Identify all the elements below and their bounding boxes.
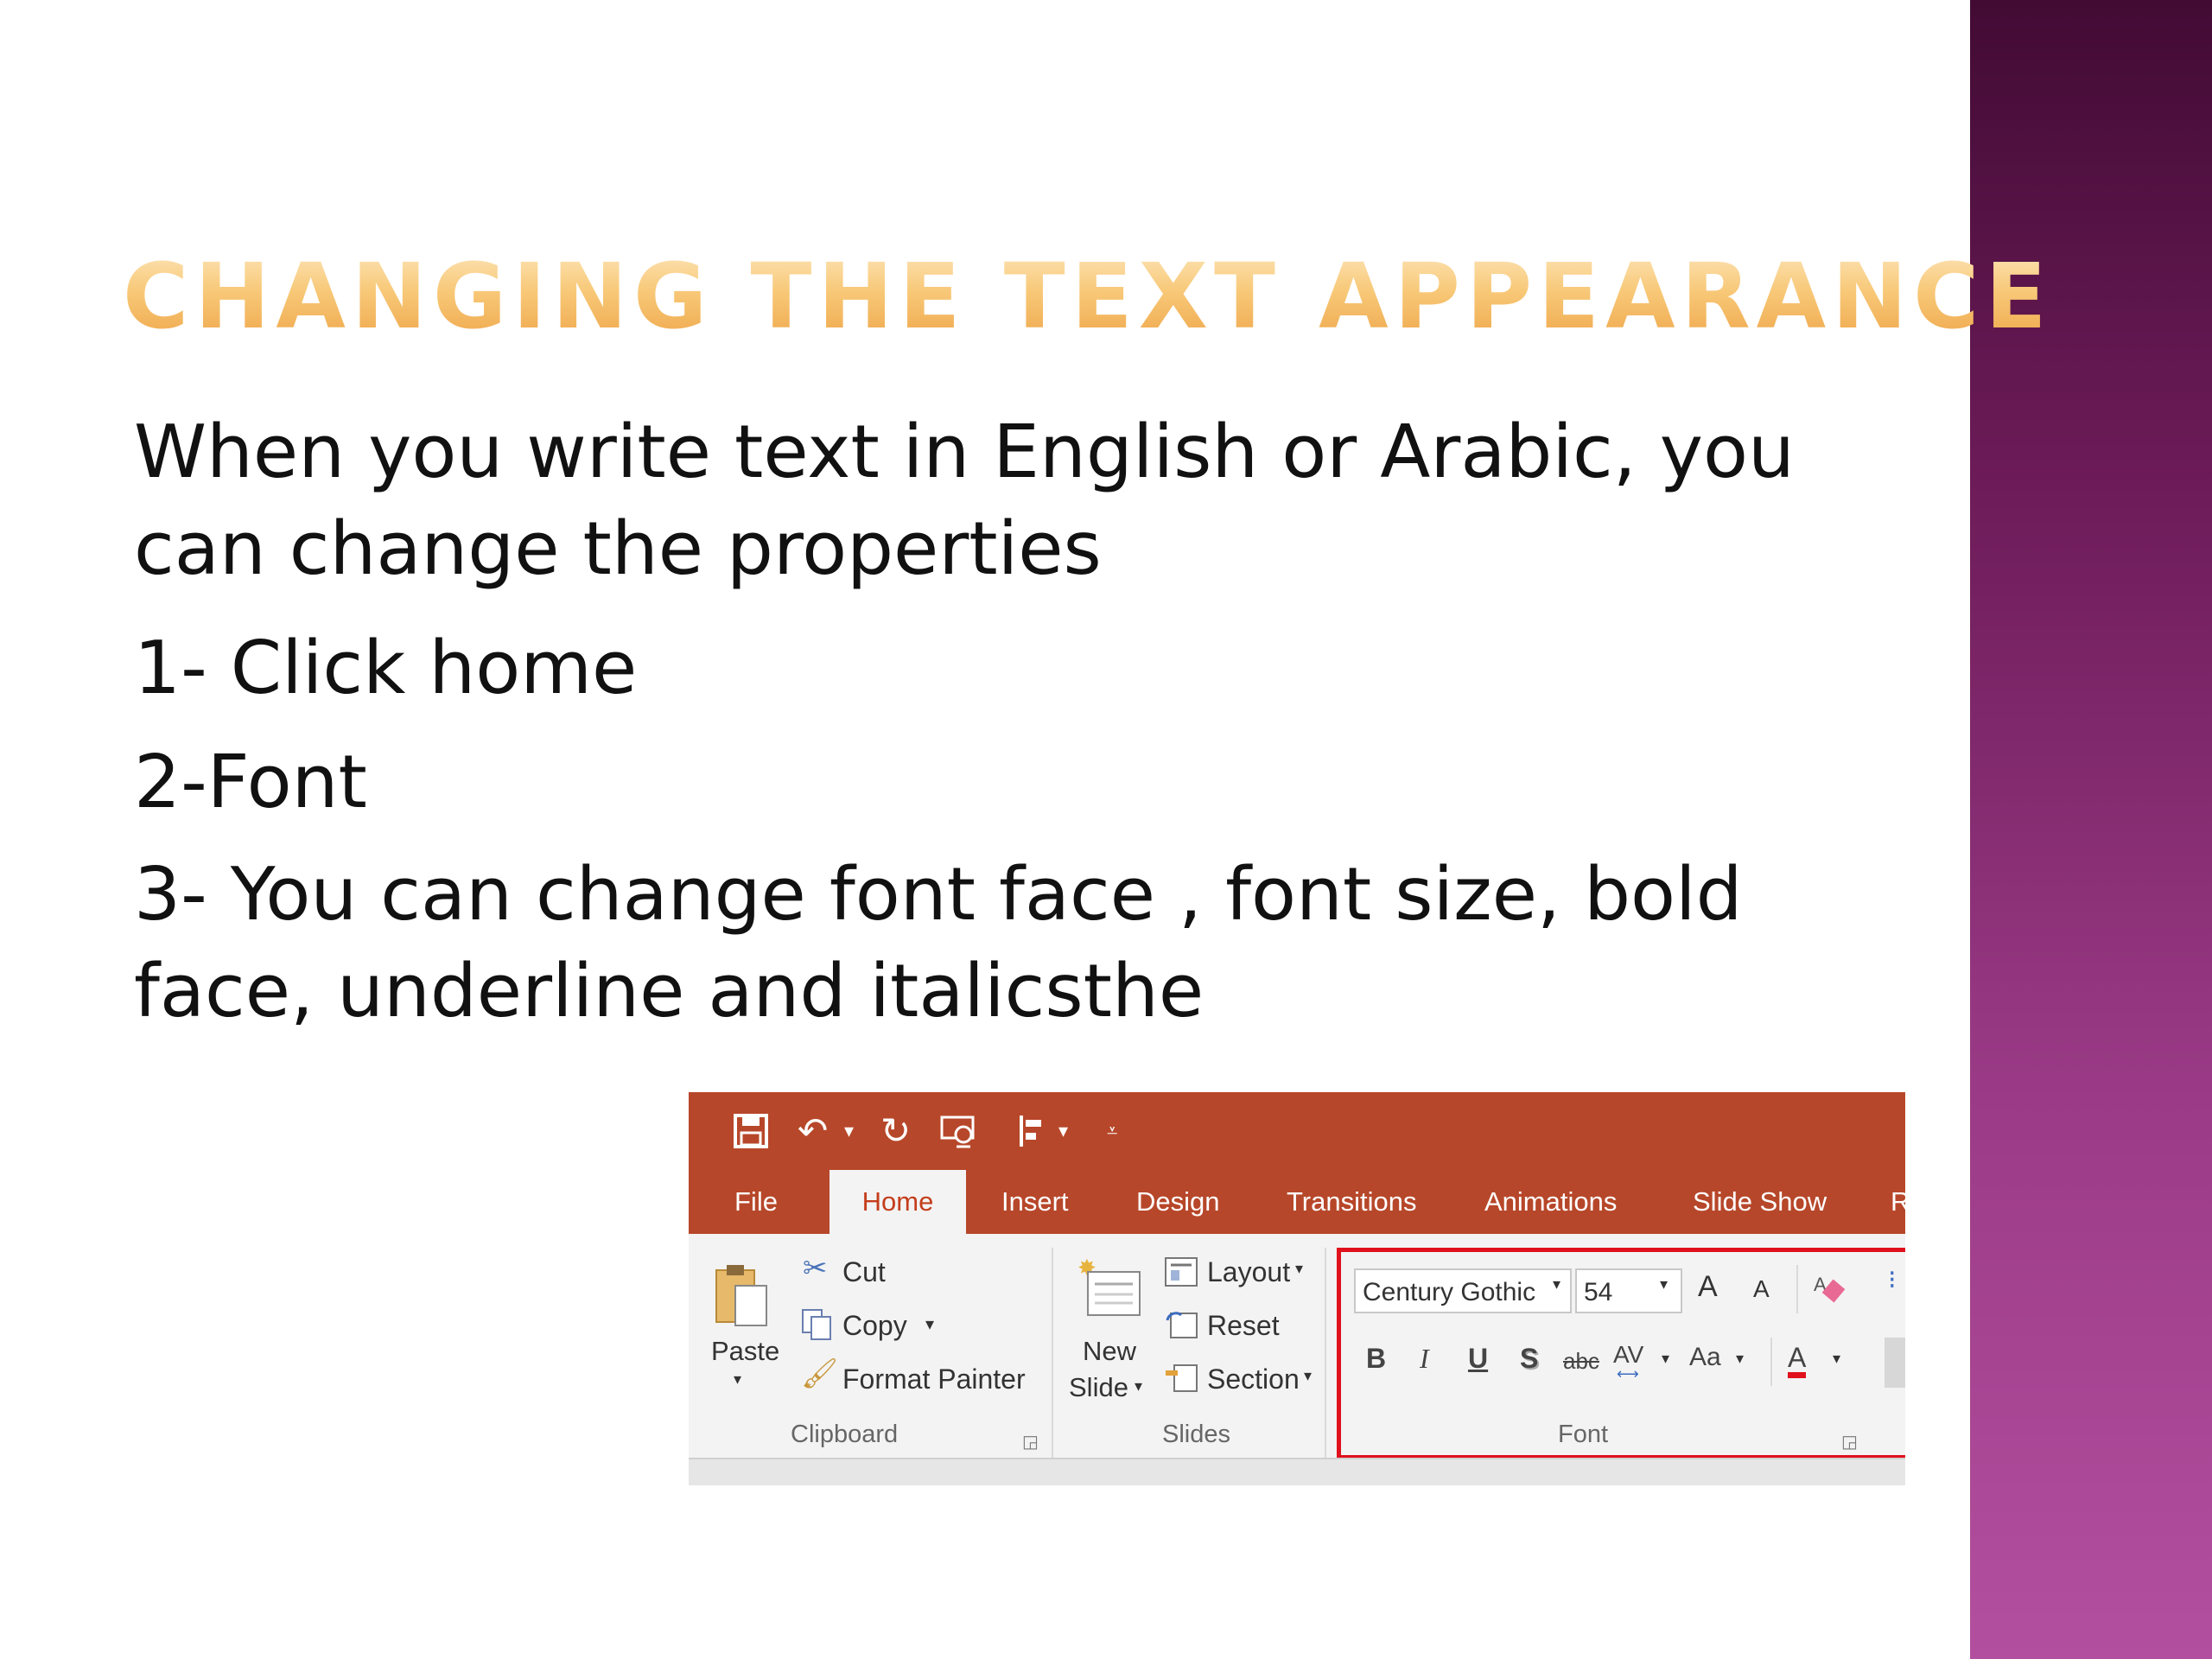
tab-animations[interactable]: Animations bbox=[1484, 1170, 1617, 1234]
strikethrough-button[interactable]: abc bbox=[1563, 1348, 1599, 1375]
bold-button[interactable]: B bbox=[1366, 1343, 1386, 1375]
section-icon bbox=[1166, 1364, 1198, 1392]
new-slide-dropdown-chevron-icon[interactable]: ▾ bbox=[1135, 1377, 1142, 1395]
undo-dropdown-chevron-icon[interactable]: ▾ bbox=[844, 1108, 854, 1154]
change-case-dropdown-chevron-icon[interactable]: ▾ bbox=[1736, 1350, 1744, 1368]
tab-slide-show[interactable]: Slide Show bbox=[1693, 1170, 1827, 1234]
font-face-value: Century Gothic bbox=[1363, 1278, 1536, 1306]
clear-formatting-icon[interactable]: A bbox=[1812, 1270, 1850, 1305]
paragraph-intro: When you write text in English or Arabic… bbox=[134, 410, 1795, 592]
section-dropdown-chevron-icon[interactable]: ▾ bbox=[1304, 1367, 1312, 1385]
cut-button[interactable]: Cut bbox=[842, 1256, 886, 1288]
font-color-button[interactable]: A bbox=[1788, 1343, 1807, 1378]
new-slide-label-line1[interactable]: New bbox=[1083, 1336, 1136, 1367]
bullets-icon-cut-off[interactable]: ⁝ bbox=[1888, 1265, 1897, 1295]
ribbon-bottom-edge bbox=[689, 1458, 1905, 1485]
tab-review-cut-off[interactable]: R bbox=[1891, 1170, 1905, 1234]
start-slideshow-icon[interactable] bbox=[939, 1108, 979, 1154]
font-color-dropdown-chevron-icon[interactable]: ▾ bbox=[1833, 1350, 1840, 1368]
customize-toolbar-icon[interactable]: ⩡ bbox=[1107, 1108, 1117, 1154]
new-slide-label-line2[interactable]: Slide bbox=[1069, 1372, 1128, 1403]
copy-icon bbox=[802, 1309, 831, 1340]
layout-icon bbox=[1165, 1257, 1198, 1287]
copy-button[interactable]: Copy bbox=[842, 1310, 907, 1342]
font-size-value: 54 bbox=[1584, 1278, 1613, 1306]
reset-button[interactable]: Reset bbox=[1207, 1310, 1280, 1342]
tab-file[interactable]: File bbox=[734, 1170, 778, 1234]
spacing-dropdown-chevron-icon[interactable]: ▾ bbox=[1662, 1350, 1669, 1368]
redo-icon[interactable]: ↻ bbox=[880, 1108, 911, 1154]
font-face-select[interactable]: Century Gothic bbox=[1354, 1268, 1572, 1313]
paragraph-step-1: 1- Click home bbox=[134, 626, 638, 711]
italic-button[interactable]: I bbox=[1420, 1343, 1429, 1375]
underline-button[interactable]: U bbox=[1468, 1343, 1488, 1375]
save-icon[interactable] bbox=[732, 1108, 770, 1154]
slides-group-label: Slides bbox=[1162, 1421, 1230, 1448]
font-dialog-launcher-icon[interactable]: ◲ bbox=[1841, 1431, 1858, 1452]
ribbon-tabs: File Home Insert Design Transitions Anim… bbox=[689, 1170, 1905, 1234]
paragraph-step-3: 3- You can change font face , font size,… bbox=[134, 852, 1743, 1034]
layout-button[interactable]: Layout bbox=[1207, 1256, 1290, 1288]
font-group-label: Font bbox=[1558, 1421, 1609, 1448]
reset-icon bbox=[1166, 1312, 1198, 1338]
new-slide-icon[interactable]: ✸ bbox=[1076, 1256, 1145, 1325]
tab-home[interactable]: Home bbox=[830, 1170, 966, 1234]
tab-design[interactable]: Design bbox=[1136, 1170, 1220, 1234]
quick-access-toolbar: ↶ ▾ ↻ ▾ ⩡ bbox=[689, 1092, 1905, 1170]
group-separator bbox=[1052, 1248, 1053, 1464]
tab-transitions[interactable]: Transitions bbox=[1287, 1170, 1416, 1234]
grow-font-icon[interactable]: A bbox=[1698, 1270, 1718, 1304]
undo-icon[interactable]: ↶ bbox=[798, 1108, 828, 1154]
paste-button-label[interactable]: Paste bbox=[711, 1336, 779, 1367]
font-face-dropdown-chevron-icon[interactable]: ▾ bbox=[1553, 1275, 1560, 1294]
layout-dropdown-chevron-icon[interactable]: ▾ bbox=[1295, 1260, 1303, 1278]
change-case-button[interactable]: Aa bbox=[1689, 1343, 1721, 1372]
align-dropdown-chevron-icon[interactable]: ▾ bbox=[1058, 1108, 1068, 1154]
ribbon-screenshot: ↶ ▾ ↻ ▾ ⩡ File Home Insert Design Transi… bbox=[689, 1092, 1905, 1485]
tab-insert[interactable]: Insert bbox=[1001, 1170, 1069, 1234]
group-separator bbox=[1325, 1248, 1326, 1464]
align-icon[interactable] bbox=[1017, 1108, 1052, 1154]
section-button[interactable]: Section bbox=[1207, 1363, 1300, 1395]
slide-title: CHANGING THE TEXT APPEARANCE bbox=[123, 244, 2053, 349]
shadow-button[interactable]: S bbox=[1520, 1343, 1538, 1375]
spacing-arrows-icon: ⟷ bbox=[1617, 1365, 1639, 1382]
paintbrush-icon: 🖌 bbox=[801, 1357, 839, 1390]
paste-icon[interactable] bbox=[711, 1262, 772, 1331]
toolbar-separator bbox=[1770, 1338, 1772, 1386]
toolbar-separator bbox=[1796, 1265, 1798, 1313]
copy-dropdown-chevron-icon[interactable]: ▾ bbox=[925, 1313, 934, 1335]
shrink-font-icon[interactable]: A bbox=[1753, 1275, 1770, 1303]
font-size-dropdown-chevron-icon[interactable]: ▾ bbox=[1660, 1275, 1668, 1294]
clipboard-dialog-launcher-icon[interactable]: ◲ bbox=[1022, 1431, 1039, 1452]
paragraph-align-button-cut-off[interactable] bbox=[1885, 1338, 1905, 1388]
clipboard-group-label: Clipboard bbox=[791, 1421, 899, 1448]
paragraph-step-2: 2-Font bbox=[134, 740, 367, 825]
format-painter-button[interactable]: Format Painter bbox=[842, 1363, 1026, 1395]
paste-dropdown-chevron-icon[interactable]: ▾ bbox=[734, 1370, 741, 1389]
scissors-icon: ✂ bbox=[803, 1252, 828, 1285]
